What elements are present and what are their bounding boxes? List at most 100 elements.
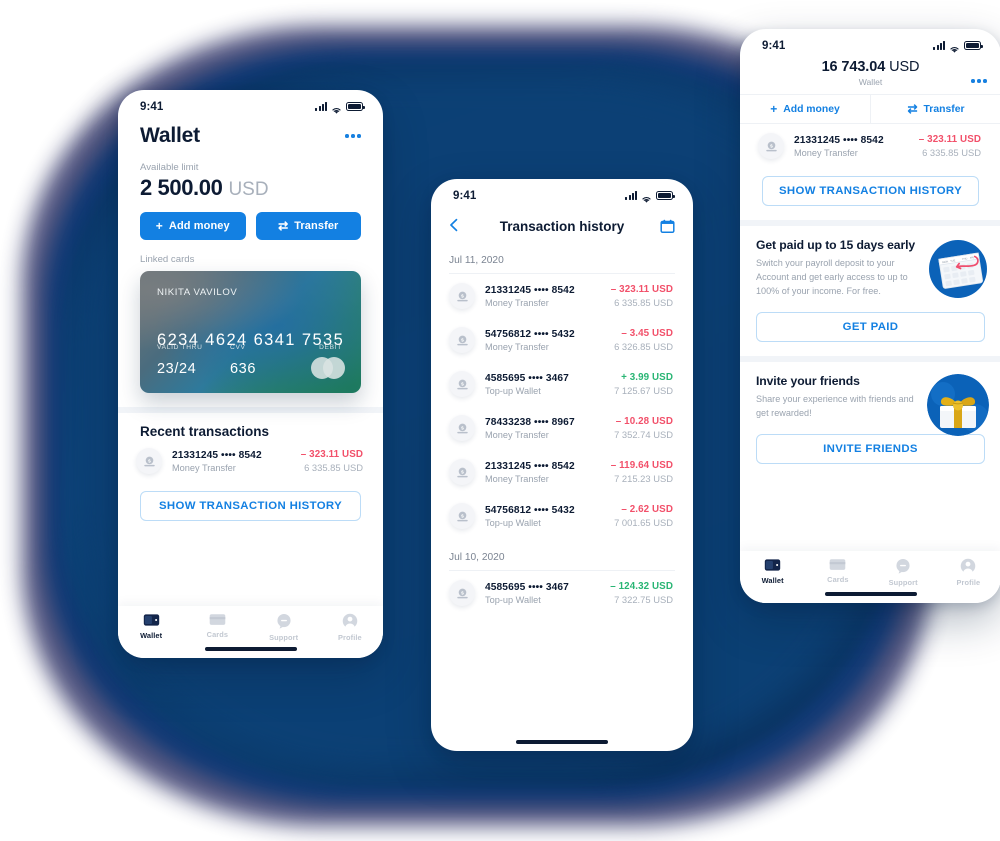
status-icons <box>315 102 365 114</box>
balance-block: 16 743.04 USD <box>740 59 1000 75</box>
money-coin-icon: $ <box>449 503 475 529</box>
status-icons <box>625 191 675 203</box>
transaction-row[interactable]: $78433238 •••• 8967 Money Transfer – 10.28… <box>431 406 693 450</box>
person-icon <box>960 558 976 574</box>
transaction-row[interactable]: $21331245 •••• 8542 Money Transfer – 323.1… <box>431 274 693 318</box>
app-showcase-canvas: 9:41 Wallet Available limit 2 500.00 USD <box>0 0 1000 841</box>
transaction-row[interactable]: $54756812 •••• 5432 Money Transfer – 3.45 … <box>431 318 693 362</box>
invite-friends-button[interactable]: INVITE FRIENDS <box>756 434 985 465</box>
promo-get-paid: Get paid up to 15 days early Switch your… <box>740 226 1000 343</box>
tab-support[interactable]: Support <box>871 558 936 587</box>
transaction-amount: – 124.32 USD <box>610 581 673 592</box>
tab-cards[interactable]: Cards <box>184 613 250 639</box>
get-paid-button[interactable]: GET PAID <box>756 312 985 343</box>
balance-amount: 16 743.04 <box>821 59 886 75</box>
transaction-type: Money Transfer <box>794 147 858 158</box>
balance-currency: USD <box>228 179 269 200</box>
money-coin-icon: $ <box>136 448 162 474</box>
tab-label: Cards <box>827 574 849 584</box>
balance-block: 2 500.00 USD <box>118 175 383 201</box>
tab-cards[interactable]: Cards <box>805 558 870 584</box>
chat-icon <box>276 613 292 629</box>
transaction-balance: 6 326.85 USD <box>614 341 673 352</box>
show-transaction-history-button[interactable]: SHOW TRANSACTION HISTORY <box>762 176 979 206</box>
tab-label: Wallet <box>761 575 784 585</box>
transaction-balance: 7 322.75 USD <box>614 594 673 605</box>
chevron-left-icon[interactable] <box>449 218 471 235</box>
add-money-button[interactable]: + Add money <box>140 212 246 240</box>
money-coin-icon: $ <box>449 283 475 309</box>
tab-profile[interactable]: Profile <box>317 613 383 642</box>
wallet-actions: + Add money ⇄ Transfer <box>118 212 383 240</box>
calendar-early-paycheck-icon: MON TUE THU FRI <box>927 238 989 300</box>
transaction-row[interactable]: $21331245 •••• 8542 Money Transfer – 119.6… <box>431 450 693 494</box>
transaction-type: Money Transfer <box>172 462 236 473</box>
calendar-icon[interactable] <box>653 219 675 234</box>
status-time: 9:41 <box>453 189 477 202</box>
transaction-row[interactable]: $21331245 •••• 8542 Money Transfer – 323.1… <box>118 439 383 483</box>
money-coin-icon: $ <box>456 588 468 598</box>
recent-transactions-title: Recent transactions <box>140 424 270 439</box>
transaction-type: Top-up Wallet <box>485 594 541 605</box>
transaction-row[interactable]: $21331245 •••• 8542 Money Transfer – 323.1… <box>740 124 1000 168</box>
transaction-balance: 7 215.23 USD <box>614 473 673 484</box>
transfer-button[interactable]: ⇄ Transfer <box>870 95 1000 123</box>
transaction-account: 54756812 •••• 5432 <box>485 328 575 340</box>
mastercard-icon <box>311 357 345 379</box>
transaction-account: 21331245 •••• 8542 <box>794 134 884 146</box>
transaction-amount: + 3.99 USD <box>621 372 673 383</box>
plus-icon: + <box>155 219 163 233</box>
recent-transactions-list: $21331245 •••• 8542 Money Transfer – 323.1… <box>118 439 383 483</box>
money-coin-icon: $ <box>449 371 475 397</box>
bank-card[interactable]: NIKITA VAVILOV 6234 4624 6341 7535 VALID… <box>140 271 361 393</box>
tab-profile[interactable]: Profile <box>936 558 1000 587</box>
wifi-icon <box>641 191 652 203</box>
transfer-arrows-icon: ⇄ <box>278 219 289 233</box>
transaction-type: Money Transfer <box>485 473 549 484</box>
money-coin-icon: $ <box>449 327 475 353</box>
transaction-row[interactable]: $4585695 •••• 3467 Top-up Wallet – 124.32 … <box>431 571 693 615</box>
more-options-icon[interactable] <box>971 73 987 89</box>
transaction-row[interactable]: $4585695 •••• 3467 Top-up Wallet + 3.99 US… <box>431 362 693 406</box>
transfer-button[interactable]: ⇄ Transfer <box>255 212 361 240</box>
svg-text:$: $ <box>461 513 464 519</box>
transaction-account: 21331245 •••• 8542 <box>172 449 262 461</box>
card-valid-thru-label: VALID THRU <box>157 344 203 351</box>
wallet-summary-header: 16 743.04 USD Wallet <box>740 57 1000 94</box>
home-indicator <box>204 646 297 651</box>
transaction-balance: 7 001.65 USD <box>614 517 673 528</box>
transaction-type: Money Transfer <box>485 341 549 352</box>
status-bar: 9:41 <box>118 90 383 118</box>
signal-bars-icon <box>625 191 637 200</box>
money-coin-icon: $ <box>456 335 468 345</box>
tab-wallet[interactable]: Wallet <box>740 558 805 585</box>
add-money-button[interactable]: + Add money <box>740 95 870 123</box>
show-transaction-history-button[interactable]: SHOW TRANSACTION HISTORY <box>140 491 361 521</box>
svg-text:$: $ <box>148 458 151 464</box>
promo-text: Switch your payroll deposit to your Acco… <box>756 258 908 297</box>
transfer-arrows-icon: ⇄ <box>907 102 918 116</box>
status-time: 9:41 <box>140 100 164 113</box>
tab-wallet[interactable]: Wallet <box>118 613 184 640</box>
money-coin-icon: $ <box>456 423 468 433</box>
tab-support[interactable]: Support <box>251 613 317 642</box>
money-coin-icon: $ <box>456 511 468 521</box>
status-bar: 9:41 <box>740 29 1000 57</box>
money-coin-icon: $ <box>456 291 468 301</box>
transaction-row[interactable]: $54756812 •••• 5432 Top-up Wallet – 2.62 U… <box>431 494 693 538</box>
battery-icon <box>656 191 675 200</box>
battery-icon <box>964 41 983 50</box>
chat-icon <box>895 558 911 574</box>
money-coin-icon: $ <box>765 141 777 151</box>
wallet-actions: + Add money ⇄ Transfer <box>740 94 1000 124</box>
svg-text:TUE: TUE <box>950 258 956 263</box>
more-options-icon[interactable] <box>345 128 361 144</box>
card-holder-name: NIKITA VAVILOV <box>157 287 238 298</box>
linked-cards-label: Linked cards <box>140 254 195 265</box>
transaction-amount: – 119.64 USD <box>610 460 673 471</box>
transaction-balance: 6 335.85 USD <box>922 147 981 158</box>
transaction-amount: – 323.11 USD <box>300 449 363 460</box>
phone-transaction-history-screen: 9:41 Transaction history Jul 11, 2020 $ … <box>431 179 693 751</box>
home-indicator <box>824 591 917 596</box>
svg-text:$: $ <box>461 469 464 475</box>
